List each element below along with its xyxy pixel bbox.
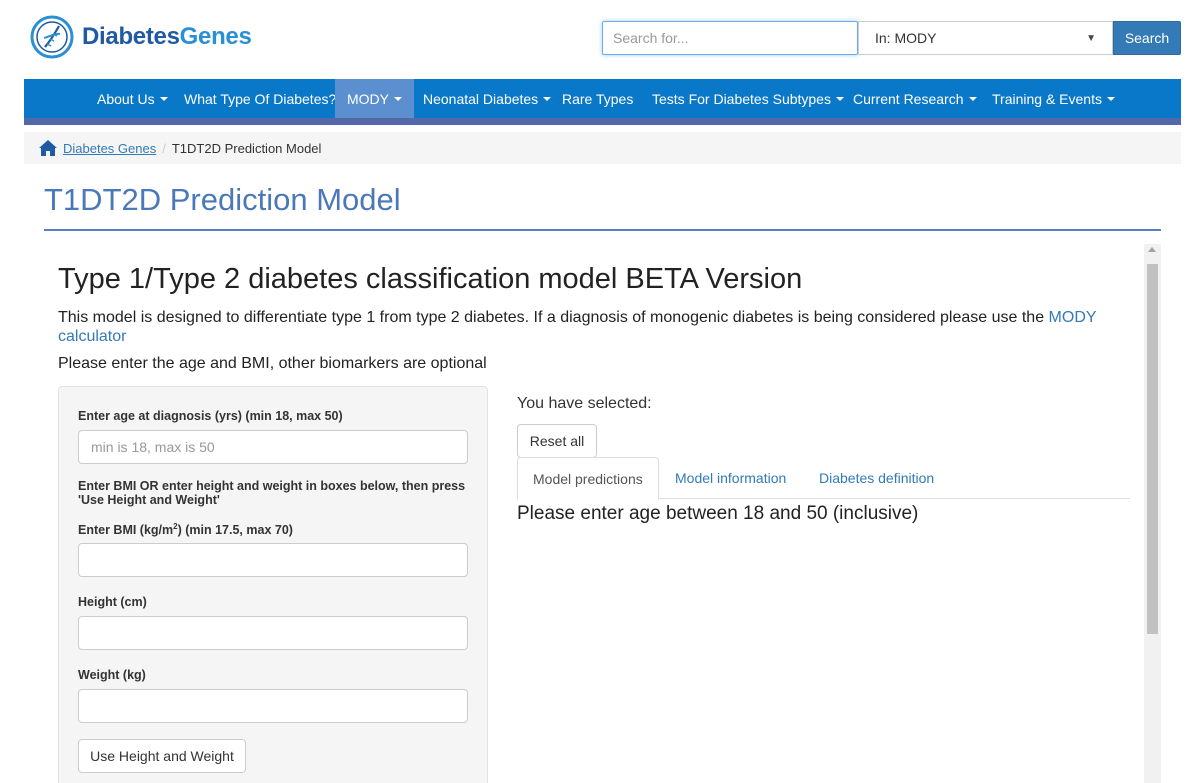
result-message: Please enter age between 18 and 50 (incl… — [517, 503, 919, 524]
nav-item-about-us[interactable]: About Us — [87, 79, 178, 118]
scroll-up-arrow-icon[interactable] — [1148, 247, 1156, 252]
nav-item-rare-types[interactable]: Rare Types — [552, 79, 643, 118]
site-logo[interactable]: DiabetesGenes — [28, 12, 252, 62]
nav-item-what-type[interactable]: What Type Of Diabetes? — [174, 79, 346, 118]
breadcrumb-home-link[interactable]: Diabetes Genes — [63, 141, 156, 156]
app-instructions: Please enter the age and BMI, other biom… — [58, 355, 487, 372]
height-label: Height (cm) — [78, 595, 147, 609]
site-name: DiabetesGenes — [82, 23, 252, 50]
dna-helix-logo-icon — [30, 15, 74, 59]
weight-label: Weight (kg) — [78, 668, 146, 682]
tab-diabetes-definition[interactable]: Diabetes definition — [804, 457, 949, 499]
main-nav: About Us What Type Of Diabetes? MODY Neo… — [24, 79, 1181, 125]
caret-down-icon — [394, 96, 402, 101]
use-height-weight-button[interactable]: Use Height and Weight — [78, 739, 246, 773]
breadcrumb-separator: / — [162, 140, 166, 156]
age-input[interactable] — [78, 430, 468, 464]
bmi-label: Enter BMI (kg/m2) (min 17.5, max 70) — [78, 522, 293, 538]
search-button[interactable]: Search — [1113, 21, 1181, 55]
tab-model-predictions[interactable]: Model predictions — [517, 457, 659, 500]
home-icon[interactable] — [38, 139, 58, 157]
search-scope-select[interactable]: In: MODY ▼ — [858, 21, 1113, 55]
scrollbar-thumb[interactable] — [1147, 264, 1158, 634]
nav-item-tests[interactable]: Tests For Diabetes Subtypes — [642, 79, 854, 118]
reset-all-button[interactable]: Reset all — [517, 424, 597, 458]
caret-down-icon — [543, 96, 552, 101]
search-input[interactable] — [602, 21, 858, 55]
search-scope-value: In: MODY — [875, 30, 937, 46]
caret-down-icon — [968, 96, 977, 101]
tab-model-information[interactable]: Model information — [660, 457, 801, 499]
frame-scrollbar[interactable] — [1144, 244, 1161, 783]
input-panel: Enter age at diagnosis (yrs) (min 18, ma… — [58, 386, 488, 783]
app-description: This model is designed to differentiate … — [58, 308, 1138, 346]
breadcrumb-current: T1DT2D Prediction Model — [171, 140, 322, 156]
height-input[interactable] — [78, 616, 468, 650]
nav-item-training-events[interactable]: Training & Events — [982, 79, 1125, 118]
caret-down-icon — [159, 96, 168, 101]
app-description-text: This model is designed to differentiate … — [58, 309, 1049, 326]
nav-item-neonatal[interactable]: Neonatal Diabetes — [413, 79, 561, 118]
breadcrumb: Diabetes Genes / T1DT2D Prediction Model — [24, 132, 1181, 164]
bmi-input[interactable] — [78, 543, 468, 577]
dropdown-arrow-icon: ▼ — [1086, 32, 1096, 44]
tab-bar: Model predictions Model information Diab… — [517, 457, 1130, 500]
caret-down-icon — [1106, 96, 1115, 101]
nav-item-current-research[interactable]: Current Research — [843, 79, 987, 118]
app-heading: Type 1/Type 2 diabetes classification mo… — [58, 263, 803, 295]
weight-input[interactable] — [78, 689, 468, 723]
app-frame: Type 1/Type 2 diabetes classification mo… — [44, 244, 1161, 783]
bmi-note: Enter BMI OR enter height and weight in … — [78, 479, 466, 507]
page-title: T1DT2D Prediction Model — [44, 182, 401, 217]
nav-item-mody[interactable]: MODY — [335, 79, 414, 118]
title-divider — [44, 229, 1161, 231]
age-label: Enter age at diagnosis (yrs) (min 18, ma… — [78, 409, 343, 423]
selected-label: You have selected: — [517, 395, 652, 412]
